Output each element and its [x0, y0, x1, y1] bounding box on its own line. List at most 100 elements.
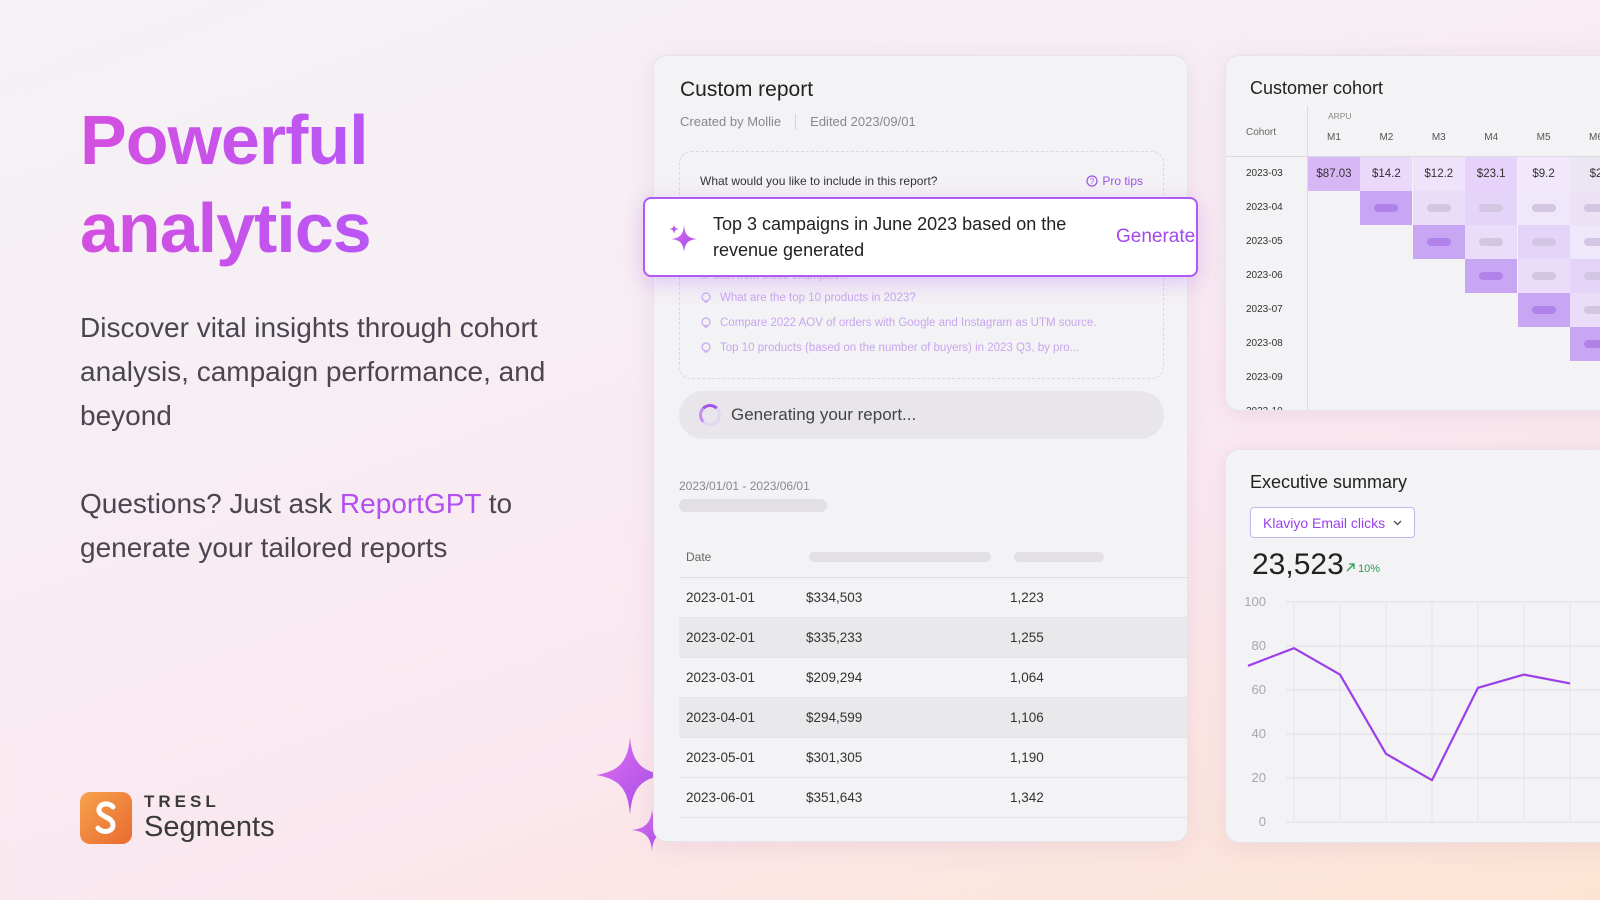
cell-count: 1,223	[1010, 590, 1044, 605]
custom-report-card: Custom report Created by Mollie Edited 2…	[653, 55, 1188, 842]
cohort-value-placeholder	[1531, 272, 1556, 280]
cohort-metric-label: ARPU	[1328, 111, 1352, 121]
cohort-row-label: 2023-06	[1246, 270, 1283, 281]
table-row: 2023-05-01 $301,305 1,190	[679, 738, 1187, 778]
cohort-value-placeholder	[1584, 204, 1600, 212]
cohort-row-label: 2023-08	[1246, 338, 1283, 349]
help-circle-icon: ?	[1086, 175, 1098, 187]
hero-title: Powerful analytics	[80, 96, 371, 272]
cohort-value-placeholder	[1531, 306, 1556, 314]
prompt-question: What would you like to include in this r…	[700, 174, 938, 188]
meta-divider	[795, 114, 797, 130]
cohort-value-placeholder	[1531, 204, 1556, 212]
cohort-divider	[1307, 106, 1308, 410]
header-skeleton	[1014, 552, 1104, 562]
exec-summary-title: Executive summary	[1250, 472, 1408, 492]
example-prompt-label: Compare 2022 AOV of orders with Google a…	[720, 317, 1097, 329]
hero-title-line1: Powerful	[80, 101, 368, 179]
cohort-month-header: M5	[1536, 132, 1551, 143]
cell-revenue: $351,643	[806, 790, 863, 805]
cohort-row-label: 2023-07	[1246, 304, 1283, 315]
cell-revenue: $209,294	[806, 670, 863, 685]
pro-tips-label: Pro tips	[1102, 174, 1143, 188]
cell-date: 2023-03-01	[686, 670, 756, 685]
bulb-icon	[701, 317, 711, 328]
cell-count: 1,342	[1010, 790, 1044, 805]
cell-revenue: $294,599	[806, 710, 863, 725]
cohort-value-placeholder	[1584, 306, 1600, 314]
example-prompt[interactable]: Compare 2022 AOV of orders with Google a…	[700, 317, 1097, 329]
series-line	[1247, 647, 1571, 782]
cohort-row-label: 2023-05	[1246, 236, 1283, 247]
cohort-row-label: 2023-10	[1246, 406, 1283, 410]
brand-name: Segments	[144, 811, 275, 843]
cell-count: 1,106	[1010, 710, 1044, 725]
table-row: 2023-01-01 $334,503 1,223	[679, 578, 1187, 618]
report-table: Date 2023-01-01 $334,503 1,223 2023-02-0…	[679, 536, 1187, 818]
cohort-value-placeholder	[1426, 238, 1451, 246]
brand-tresl: TRESL	[144, 792, 220, 811]
cohort-cell	[1570, 191, 1600, 225]
table-row: 2023-02-01 $335,233 1,255	[679, 618, 1187, 658]
tresl-logo-icon	[80, 792, 132, 844]
cohort-cell	[1465, 191, 1518, 225]
bulb-icon	[701, 342, 711, 353]
hero-title-line2: analytics	[80, 189, 371, 267]
loading-spinner-icon	[699, 404, 721, 426]
generate-button[interactable]: Generate	[1116, 226, 1195, 248]
cohort-value-placeholder	[1531, 238, 1556, 246]
example-prompt[interactable]: Top 10 products (based on the number of …	[700, 342, 1079, 354]
cohort-month-header: M6	[1589, 132, 1600, 143]
cell-revenue: $334,503	[806, 590, 863, 605]
hero-question-prefix: Questions? Just ask	[80, 488, 340, 519]
cohort-cell	[1517, 259, 1570, 293]
cohort-row-label: 2023-04	[1246, 202, 1283, 213]
cell-date: 2023-04-01	[686, 710, 756, 725]
hero-question: Questions? Just ask ReportGPT to generat…	[80, 482, 580, 570]
cohort-value-placeholder	[1584, 238, 1600, 246]
cohort-value-placeholder	[1584, 340, 1600, 348]
cohort-cell	[1570, 225, 1600, 259]
y-tick-label: 100	[1244, 594, 1266, 609]
metric-delta-value: 10%	[1358, 563, 1381, 575]
cohort-month-header: M1	[1327, 132, 1341, 143]
loading-skeleton	[679, 499, 827, 512]
table-row: 2023-03-01 $209,294 1,064	[679, 658, 1187, 698]
table-header: Date	[679, 536, 1187, 578]
cohort-cell	[1517, 225, 1570, 259]
report-title: Custom report	[680, 78, 814, 101]
cohort-cell	[1412, 191, 1465, 225]
pro-tips-link[interactable]: ? Pro tips	[1086, 174, 1143, 188]
y-tick-label: 60	[1252, 682, 1266, 697]
header-skeleton	[809, 552, 991, 562]
table-row: 2023-06-01 $351,643 1,342	[679, 778, 1187, 818]
prompt-input-popup[interactable]: Top 3 campaigns in June 2023 based on th…	[643, 197, 1198, 277]
cohort-cell	[1465, 259, 1518, 293]
cohort-cell	[1465, 225, 1518, 259]
cohort-value-placeholder	[1584, 272, 1600, 280]
brand-logo-lockup: TRESL Segments	[80, 792, 275, 844]
metric-dropdown[interactable]: Klaviyo Email clicks	[1250, 507, 1416, 538]
cohort-cell: $87.03	[1308, 157, 1360, 191]
cohort-month-header: M2	[1379, 132, 1394, 143]
prompt-input-text[interactable]: Top 3 campaigns in June 2023 based on th…	[713, 211, 1088, 263]
cohort-value-placeholder	[1479, 204, 1504, 212]
cohort-value-placeholder	[1374, 204, 1399, 212]
metric-dropdown-value: Klaviyo Email clicks	[1263, 514, 1386, 531]
cell-date: 2023-06-01	[686, 790, 756, 805]
example-prompt-label: Top 10 products (based on the number of …	[720, 342, 1080, 354]
cohort-cell	[1517, 293, 1570, 327]
y-tick-label: 40	[1252, 726, 1266, 741]
cohort-cell: $12.2	[1412, 157, 1465, 191]
hero-description: Discover vital insights through cohort a…	[80, 312, 546, 431]
cohort-cell: $23.1	[1465, 157, 1518, 191]
cohort-cell: $9.2	[1517, 157, 1570, 191]
cohort-cell	[1517, 191, 1570, 225]
reportgpt-link: ReportGPT	[339, 488, 481, 519]
report-created-by: Created by Mollie	[680, 114, 782, 129]
cohort-month-header: M4	[1484, 132, 1499, 143]
cell-revenue: $301,305	[806, 750, 863, 765]
metric-delta: 10%	[1346, 563, 1380, 575]
example-prompt[interactable]: What are the top 10 products in 2023?	[700, 292, 916, 304]
report-edited: Edited 2023/09/01	[810, 114, 916, 129]
